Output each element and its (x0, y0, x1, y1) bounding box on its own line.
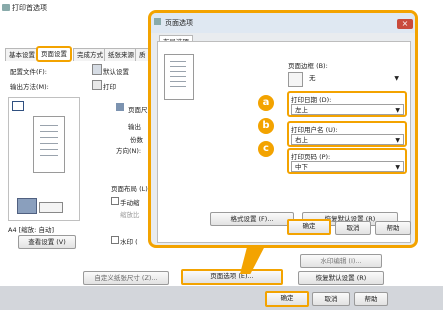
chevron-down-icon: ▼ (395, 107, 400, 114)
dialog-cancel-button[interactable]: 取消 (335, 221, 371, 235)
page-border-select[interactable]: 无 ▼ (306, 73, 402, 84)
restore-defaults-button[interactable]: 恢复默认设置 (R) (298, 271, 384, 285)
marker-b: b (258, 118, 274, 134)
marker-a: a (258, 95, 274, 111)
copies-label: 份数 (130, 136, 143, 144)
print-page-number-value: 中下 (295, 163, 308, 171)
preview-mode-icon[interactable] (12, 101, 24, 111)
tab-page-setup[interactable]: 页面设置 (36, 46, 72, 62)
format-settings-button[interactable]: 格式设置 (F)... (210, 212, 294, 226)
cancel-button[interactable]: 取消 (312, 292, 350, 306)
view-toggle-icon[interactable] (39, 202, 63, 213)
manual-scale-checkbox[interactable] (111, 197, 119, 205)
page-size-icon (116, 103, 124, 111)
output-method-value[interactable]: 打印 (103, 81, 116, 91)
watermark-edit-button[interactable]: 水印编辑 (I)... (300, 254, 382, 268)
print-user-label: 打印用户名 (U): (291, 126, 338, 134)
watermark-label: 水印 ( (120, 238, 138, 246)
dialog-content-panel: 页面边框 (B): 无 ▼ 打印日期 (D): 左上 ▼ 打印用户名 (U): … (157, 41, 411, 243)
tab-finishing[interactable]: 完成方式 (73, 48, 107, 61)
page-border-value: 无 (309, 74, 316, 82)
printer-preview-icon (17, 198, 37, 214)
print-date-label: 打印日期 (D): (291, 96, 332, 104)
page-size-label: 页面尺 (128, 106, 148, 114)
preview-panel (8, 97, 80, 221)
profile-value[interactable]: 默认设置 (103, 66, 129, 76)
custom-paper-size-button[interactable]: 自定义纸张尺寸 (Z)... (83, 271, 169, 285)
print-user-value: 右上 (295, 136, 308, 144)
printer-icon (2, 4, 10, 11)
dialog-titlebar: 页面选项 × (151, 13, 415, 33)
print-page-number-select[interactable]: 中下 ▼ (291, 161, 404, 172)
print-date-select[interactable]: 左上 ▼ (291, 104, 404, 115)
border-preview-icon (288, 72, 303, 87)
page-preview-thumbnail (33, 116, 65, 173)
dialog-printer-icon (154, 18, 161, 25)
print-date-value: 左上 (295, 106, 308, 114)
help-button[interactable]: 帮助 (354, 292, 388, 306)
dialog-page-preview (164, 54, 194, 100)
bg-titlebar: 打印首选项 (0, 0, 150, 16)
manual-scale-label: 手动缩 (120, 199, 140, 207)
chevron-down-icon: ▼ (395, 137, 400, 144)
orientation-label: 方向(N): (116, 147, 142, 155)
print-page-number-label: 打印页码 (P): (291, 153, 331, 161)
print-icon (92, 80, 102, 90)
marker-c: c (258, 141, 274, 157)
dialog-ok-button[interactable]: 确定 (287, 219, 331, 235)
scale-label: 缩放比 (120, 211, 140, 219)
chevron-down-icon: ▼ (394, 75, 399, 82)
page-options-dialog: 页面选项 × 布局选项 页面边框 (B): 无 ▼ 打印日期 (D): 左上 ▼… (148, 10, 418, 248)
output-size-label: 输出 (128, 123, 141, 131)
print-user-select[interactable]: 右上 ▼ (291, 134, 404, 145)
tab-basic-settings[interactable]: 基本设置 (5, 48, 39, 61)
dialog-help-button[interactable]: 帮助 (375, 221, 411, 235)
page-options-button[interactable]: 页面选项 (E)... (181, 269, 283, 285)
ok-button[interactable]: 确定 (265, 291, 309, 307)
output-method-label: 输出方法(M): (10, 83, 49, 91)
close-icon[interactable]: × (397, 19, 413, 29)
profile-label: 配置文件(F): (10, 68, 48, 76)
view-settings-button[interactable]: 查看设置 (V) (18, 235, 76, 249)
page-layout-label: 页面布局 (L) (111, 185, 148, 193)
profile-icon (92, 64, 102, 75)
page-border-label: 页面边框 (B): (288, 62, 328, 70)
chevron-down-icon: ▼ (395, 164, 400, 171)
watermark-checkbox[interactable] (111, 236, 119, 244)
paper-info: A4 [缩放: 自动] (8, 226, 54, 234)
bg-window-title: 打印首选项 (12, 4, 47, 12)
tab-paper-source[interactable]: 纸张来源 (104, 48, 138, 61)
dialog-title: 页面选项 (165, 19, 193, 27)
